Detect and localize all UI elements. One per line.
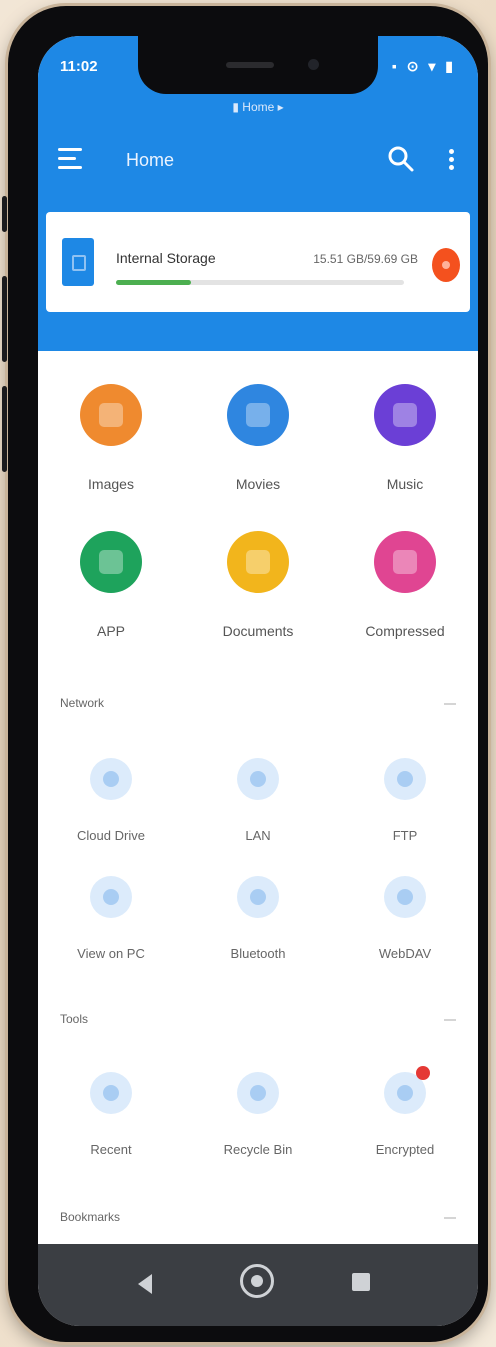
- network-item[interactable]: LAN: [185, 758, 331, 843]
- section-title-bookmarks: Bookmarks: [60, 1210, 121, 1224]
- document-icon: [227, 531, 289, 593]
- network-item[interactable]: WebDAV: [332, 876, 478, 961]
- storage-size: 15.51 GB/59.69 GB: [313, 252, 418, 266]
- category-item[interactable]: Music: [332, 384, 478, 492]
- storage-usage-fill: [116, 280, 191, 285]
- tool-label: Recycle Bin: [223, 1142, 293, 1157]
- status-time: 11:02: [60, 58, 98, 75]
- category-label: Images: [88, 476, 134, 492]
- phone-screen: 11:02 ▪ ⊙ ▾ ▮ ▮ Home ▸ Home Internal Sto…: [38, 36, 478, 1326]
- clean-icon[interactable]: [432, 248, 460, 282]
- clock-icon: [90, 1072, 132, 1114]
- toolbar-title: Home: [126, 150, 175, 170]
- lan-icon: [237, 758, 279, 800]
- category-label: Music: [386, 476, 424, 492]
- network-label: Bluetooth: [230, 946, 286, 961]
- trash-icon: [237, 1072, 279, 1114]
- collapse-tools-icon[interactable]: [444, 1019, 456, 1021]
- archive-icon: [374, 531, 436, 593]
- pc-icon: [90, 876, 132, 918]
- category-label: Compressed: [365, 623, 445, 639]
- network-item[interactable]: View on PC: [38, 876, 184, 961]
- headphones-icon: [374, 384, 436, 446]
- storage-usage-bar: [116, 280, 404, 285]
- front-camera: [308, 59, 319, 70]
- volume-up-button: [2, 276, 7, 362]
- network-label: WebDAV: [378, 946, 432, 961]
- more-options-icon[interactable]: [446, 146, 456, 174]
- storage-icon: [62, 238, 94, 286]
- network-label: View on PC: [77, 946, 145, 961]
- network-label: FTP: [392, 828, 418, 843]
- network-item[interactable]: FTP: [332, 758, 478, 843]
- path-bar[interactable]: ▮ Home ▸: [38, 100, 478, 114]
- phone-frame: 11:02 ▪ ⊙ ▾ ▮ ▮ Home ▸ Home Internal Sto…: [2, 6, 488, 1342]
- tool-item[interactable]: Recent: [38, 1072, 184, 1157]
- tool-item[interactable]: Recycle Bin: [185, 1072, 331, 1157]
- search-icon[interactable]: [386, 144, 416, 174]
- status-icons: ▪ ⊙ ▾ ▮: [391, 58, 456, 74]
- path-label: Home: [242, 100, 275, 114]
- recent-apps-icon[interactable]: [352, 1273, 370, 1291]
- category-label: Documents: [222, 623, 294, 639]
- home-icon[interactable]: [240, 1264, 274, 1298]
- section-title-tools: Tools: [60, 1012, 89, 1026]
- bluetooth-icon: [237, 876, 279, 918]
- tool-label: Recent: [90, 1142, 132, 1157]
- network-item[interactable]: Bluetooth: [185, 876, 331, 961]
- category-item[interactable]: Compressed: [332, 531, 478, 639]
- category-label: Movies: [235, 476, 281, 492]
- speaker-grille: [226, 62, 274, 68]
- path-chevron-icon: ▸: [277, 100, 284, 114]
- system-nav-bar: [38, 1244, 478, 1326]
- mute-switch: [2, 196, 7, 232]
- section-title-network: Network: [60, 696, 105, 710]
- category-label: APP: [96, 623, 125, 639]
- cloud-icon: [90, 758, 132, 800]
- network-label: Cloud Drive: [77, 828, 145, 843]
- storage-label: Internal Storage: [116, 250, 216, 266]
- image-icon: [80, 384, 142, 446]
- webdav-icon: [384, 876, 426, 918]
- toolbar: Home: [58, 140, 458, 180]
- notch: [138, 36, 378, 94]
- category-item[interactable]: Images: [38, 384, 184, 492]
- lock-icon: [384, 1066, 430, 1114]
- android-icon: [80, 531, 142, 593]
- tool-item[interactable]: Encrypted: [332, 1066, 478, 1157]
- notification-badge: [416, 1066, 430, 1080]
- folder-icon: ▮: [232, 100, 239, 114]
- ftp-icon: [384, 758, 426, 800]
- network-item[interactable]: Cloud Drive: [38, 758, 184, 843]
- collapse-bookmarks-icon[interactable]: [444, 1217, 456, 1219]
- back-icon[interactable]: [138, 1274, 152, 1294]
- movie-icon: [227, 384, 289, 446]
- category-item[interactable]: Movies: [185, 384, 331, 492]
- category-item[interactable]: Documents: [185, 531, 331, 639]
- collapse-network-icon[interactable]: [444, 703, 456, 705]
- network-label: LAN: [245, 828, 271, 843]
- volume-down-button: [2, 386, 7, 472]
- hamburger-menu-icon[interactable]: [58, 148, 84, 170]
- internal-storage-card[interactable]: Internal Storage 15.51 GB/59.69 GB: [46, 212, 470, 312]
- tool-label: Encrypted: [375, 1142, 435, 1157]
- category-item[interactable]: APP: [38, 531, 184, 639]
